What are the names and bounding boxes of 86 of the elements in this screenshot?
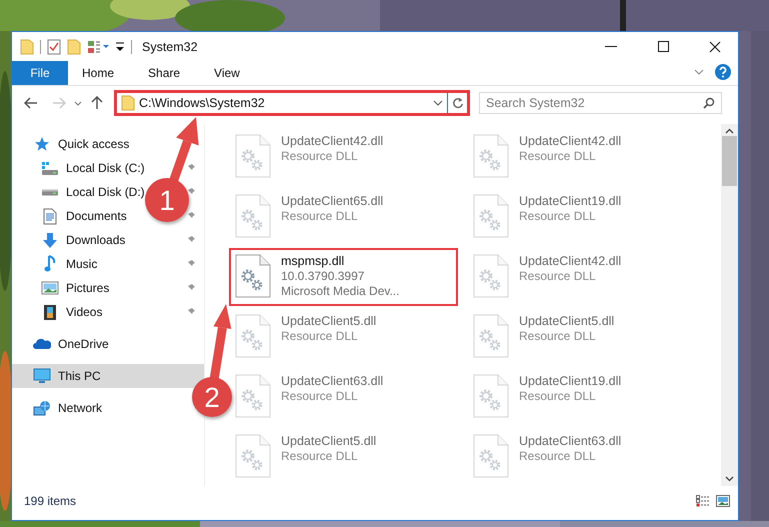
maximize-icon <box>658 41 668 52</box>
ribbon-tab[interactable]: Share <box>134 61 194 85</box>
nav-item[interactable]: Videos <box>40 301 102 323</box>
film-icon <box>43 304 57 320</box>
ribbon-tab[interactable]: File <box>12 61 68 85</box>
nav-item[interactable]: Documents <box>40 205 127 227</box>
document-icon <box>43 208 57 224</box>
ribbon-tab[interactable]: Home <box>68 61 128 85</box>
settings-file-icon[interactable] <box>235 254 271 298</box>
file-detail: Resource DLL <box>281 329 359 343</box>
file-name[interactable]: UpdateClient63.dll <box>281 374 384 388</box>
step-badge: 1 <box>145 178 189 222</box>
file-detail: Resource DLL <box>519 149 597 163</box>
pictures-icon <box>41 281 59 295</box>
monitor-icon <box>33 368 51 384</box>
nav-item[interactable]: Network <box>32 397 102 419</box>
nav-item[interactable]: Local Disk (D:) <box>40 181 145 203</box>
back-arrow-icon <box>24 97 38 109</box>
details-view-button[interactable] <box>696 495 710 507</box>
file-name[interactable]: UpdateClient63.dll <box>519 434 622 448</box>
nav-item[interactable]: Quick access <box>32 133 130 155</box>
chevron-down-icon <box>694 69 704 75</box>
file-name[interactable]: UpdateClient65.dll <box>281 194 384 208</box>
scrollbar-thumb[interactable] <box>722 136 737 186</box>
nav-item[interactable]: OneDrive <box>32 333 109 355</box>
file-name[interactable]: UpdateClient5.dll <box>519 314 614 328</box>
help-button[interactable] <box>712 61 734 83</box>
star-icon <box>34 136 50 152</box>
large-icons-view-button[interactable] <box>716 495 730 507</box>
file-name[interactable]: UpdateClient42.dll <box>281 134 384 148</box>
minimize-icon <box>605 46 617 48</box>
refresh-icon <box>452 97 464 109</box>
file-name[interactable]: UpdateClient19.dll <box>519 374 622 388</box>
network-icon <box>33 400 51 416</box>
file-name[interactable]: UpdateClient5.dll <box>281 434 376 448</box>
close-icon <box>709 40 721 52</box>
scroll-down-icon <box>725 476 734 482</box>
image-icon <box>716 495 730 507</box>
download-arrow-icon <box>42 232 58 248</box>
scroll-up-icon <box>725 128 734 134</box>
nav-item[interactable]: Downloads <box>40 229 126 251</box>
file-detail: Resource DLL <box>281 449 359 463</box>
search-field[interactable]: Search System32 <box>479 92 722 114</box>
file-name[interactable]: mspmsp.dll <box>281 254 400 268</box>
up-arrow-icon <box>91 96 103 110</box>
step-badge: 2 <box>192 377 232 417</box>
cloud-icon <box>33 338 51 350</box>
file-detail: 10.0.3790.3997 <box>281 269 366 283</box>
properties-icon[interactable] <box>47 38 61 54</box>
file-name[interactable]: UpdateClient5.dll <box>281 314 376 328</box>
details-list-icon <box>696 495 710 507</box>
chevron-down-icon <box>74 100 82 106</box>
ribbon-tab[interactable]: View <box>200 61 254 85</box>
drive-icon <box>41 160 59 176</box>
view-options-icon[interactable] <box>87 40 109 54</box>
customize-dropdown-icon[interactable] <box>115 40 125 52</box>
music-note-icon <box>44 255 56 273</box>
nav-item[interactable]: This PC <box>32 365 101 387</box>
file-detail: Resource DLL <box>281 209 359 223</box>
file-detail: Resource DLL <box>519 209 597 223</box>
scrollbar[interactable] <box>721 124 738 486</box>
forward-arrow-icon <box>52 97 66 109</box>
folder-icon <box>121 95 135 111</box>
file-detail: Resource DLL <box>519 449 597 463</box>
file-detail: Resource DLL <box>519 329 597 343</box>
search-icon <box>703 97 715 109</box>
nav-item[interactable]: Music <box>40 253 98 275</box>
chevron-down-icon <box>433 100 443 106</box>
drive-icon <box>41 188 59 196</box>
file-detail: Microsoft Media Dev... <box>281 284 400 298</box>
file-detail: Resource DLL <box>281 149 359 163</box>
file-detail: Resource DLL <box>281 389 359 403</box>
file-name[interactable]: UpdateClient42.dll <box>519 134 622 148</box>
file-detail: Resource DLL <box>519 269 597 283</box>
new-folder-icon[interactable] <box>67 38 81 54</box>
address-path: C:\Windows\System32 <box>138 96 266 110</box>
file-detail: Resource DLL <box>519 389 597 403</box>
file-name[interactable]: UpdateClient42.dll <box>519 254 622 268</box>
item-count: 199 items <box>24 494 78 508</box>
address-bar[interactable]: C:\Windows\System32 <box>114 90 470 116</box>
window-title: System32 <box>142 40 199 54</box>
nav-item[interactable]: Pictures <box>40 277 110 299</box>
file-name[interactable]: UpdateClient19.dll <box>519 194 622 208</box>
help-icon <box>715 64 731 80</box>
nav-item[interactable]: Local Disk (C:) <box>40 157 145 179</box>
folder-icon <box>20 38 34 54</box>
